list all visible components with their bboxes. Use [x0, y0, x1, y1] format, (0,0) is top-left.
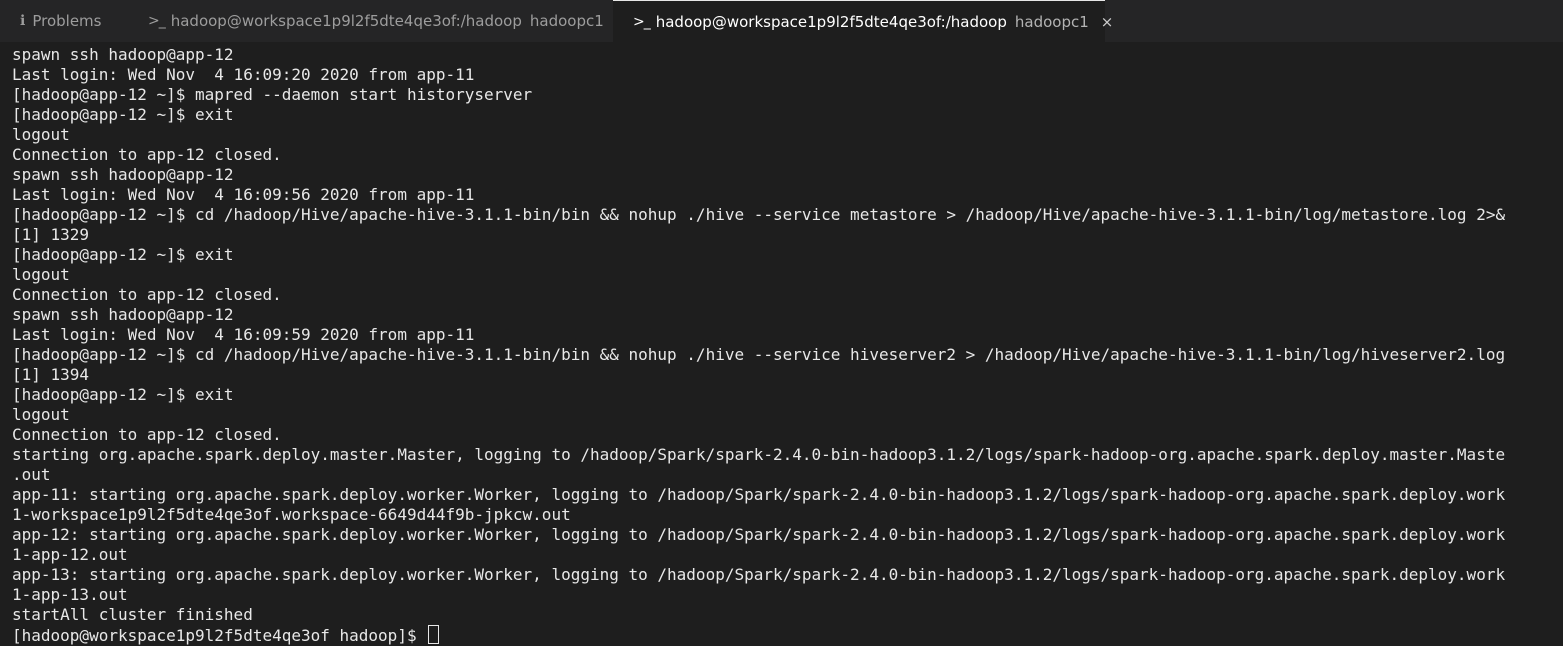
tab-description: hadoopc1: [1014, 12, 1089, 31]
terminal-line: Connection to app-12 closed.: [12, 425, 282, 444]
tab-problems[interactable]: ℹ︎ Problems: [0, 0, 128, 42]
terminal-line: starting org.apache.spark.deploy.master.…: [12, 445, 1506, 464]
terminal-line: [1] 1329: [12, 225, 90, 244]
terminal-cursor[interactable]: [428, 625, 440, 644]
terminal-prompt-line[interactable]: [hadoop@workspace1p9l2f5dte4qe3of hadoop…: [12, 625, 1563, 645]
terminal-line: logout: [12, 125, 70, 144]
terminal-line: [hadoop@app-12 ~]$ exit: [12, 105, 234, 124]
terminal-line: .out: [12, 465, 51, 484]
terminal-line: [hadoop@app-12 ~]$ cd /hadoop/Hive/apach…: [12, 345, 1506, 364]
terminal-line: Connection to app-12 closed.: [12, 285, 282, 304]
terminal-tab-bar: ℹ︎ Problems >_ hadoop@workspace1p9l2f5dt…: [0, 0, 1563, 42]
terminal-line: [hadoop@app-12 ~]$ exit: [12, 245, 234, 264]
terminal-line: [hadoop@app-12 ~]$ cd /hadoop/Hive/apach…: [12, 205, 1506, 224]
terminal-line: spawn ssh hadoop@app-12: [12, 45, 234, 64]
terminal-line: 1-workspace1p9l2f5dte4qe3of.workspace-66…: [12, 505, 571, 524]
terminal-line: logout: [12, 405, 70, 424]
terminal-line: Last login: Wed Nov 4 16:09:56 2020 from…: [12, 185, 475, 204]
terminal-line: [hadoop@app-12 ~]$ exit: [12, 385, 234, 404]
terminal-line: logout: [12, 265, 70, 284]
terminal-icon: >_: [633, 13, 651, 30]
terminal-line: [1] 1394: [12, 365, 90, 384]
tab-label: hadoop@workspace1p9l2f5dte4qe3of:/hadoop: [170, 12, 522, 30]
tab-terminal-2[interactable]: >_ hadoop@workspace1p9l2f5dte4qe3of:/had…: [613, 0, 1113, 42]
terminal-line: startAll cluster finished: [12, 605, 253, 624]
terminal-line: Last login: Wed Nov 4 16:09:20 2020 from…: [12, 65, 475, 84]
tab-terminal-1[interactable]: >_ hadoop@workspace1p9l2f5dte4qe3of:/had…: [128, 0, 622, 42]
tab-description: hadoopc1: [529, 12, 604, 30]
close-icon[interactable]: ×: [1101, 13, 1114, 31]
terminal-line: 1-app-12.out: [12, 545, 128, 564]
terminal-line: Last login: Wed Nov 4 16:09:59 2020 from…: [12, 325, 475, 344]
terminal-line: spawn ssh hadoop@app-12: [12, 305, 234, 324]
shell-prompt: [hadoop@workspace1p9l2f5dte4qe3of hadoop…: [12, 626, 427, 645]
terminal-output[interactable]: spawn ssh hadoop@app-12 Last login: Wed N…: [0, 44, 1563, 646]
terminal-icon: >_: [148, 13, 166, 29]
terminal-line: spawn ssh hadoop@app-12: [12, 165, 234, 184]
info-icon: ℹ︎: [20, 13, 26, 29]
terminal-line: 1-app-13.out: [12, 585, 128, 604]
terminal-line: Connection to app-12 closed.: [12, 145, 282, 164]
terminal-line: app-12: starting org.apache.spark.deploy…: [12, 525, 1506, 544]
terminal-line: [hadoop@app-12 ~]$ mapred --daemon start…: [12, 85, 533, 104]
terminal-line: app-11: starting org.apache.spark.deploy…: [12, 485, 1506, 504]
tab-label: Problems: [32, 12, 102, 30]
terminal-line: app-13: starting org.apache.spark.deploy…: [12, 565, 1506, 584]
tab-label: hadoop@workspace1p9l2f5dte4qe3of:/hadoop: [655, 12, 1007, 31]
